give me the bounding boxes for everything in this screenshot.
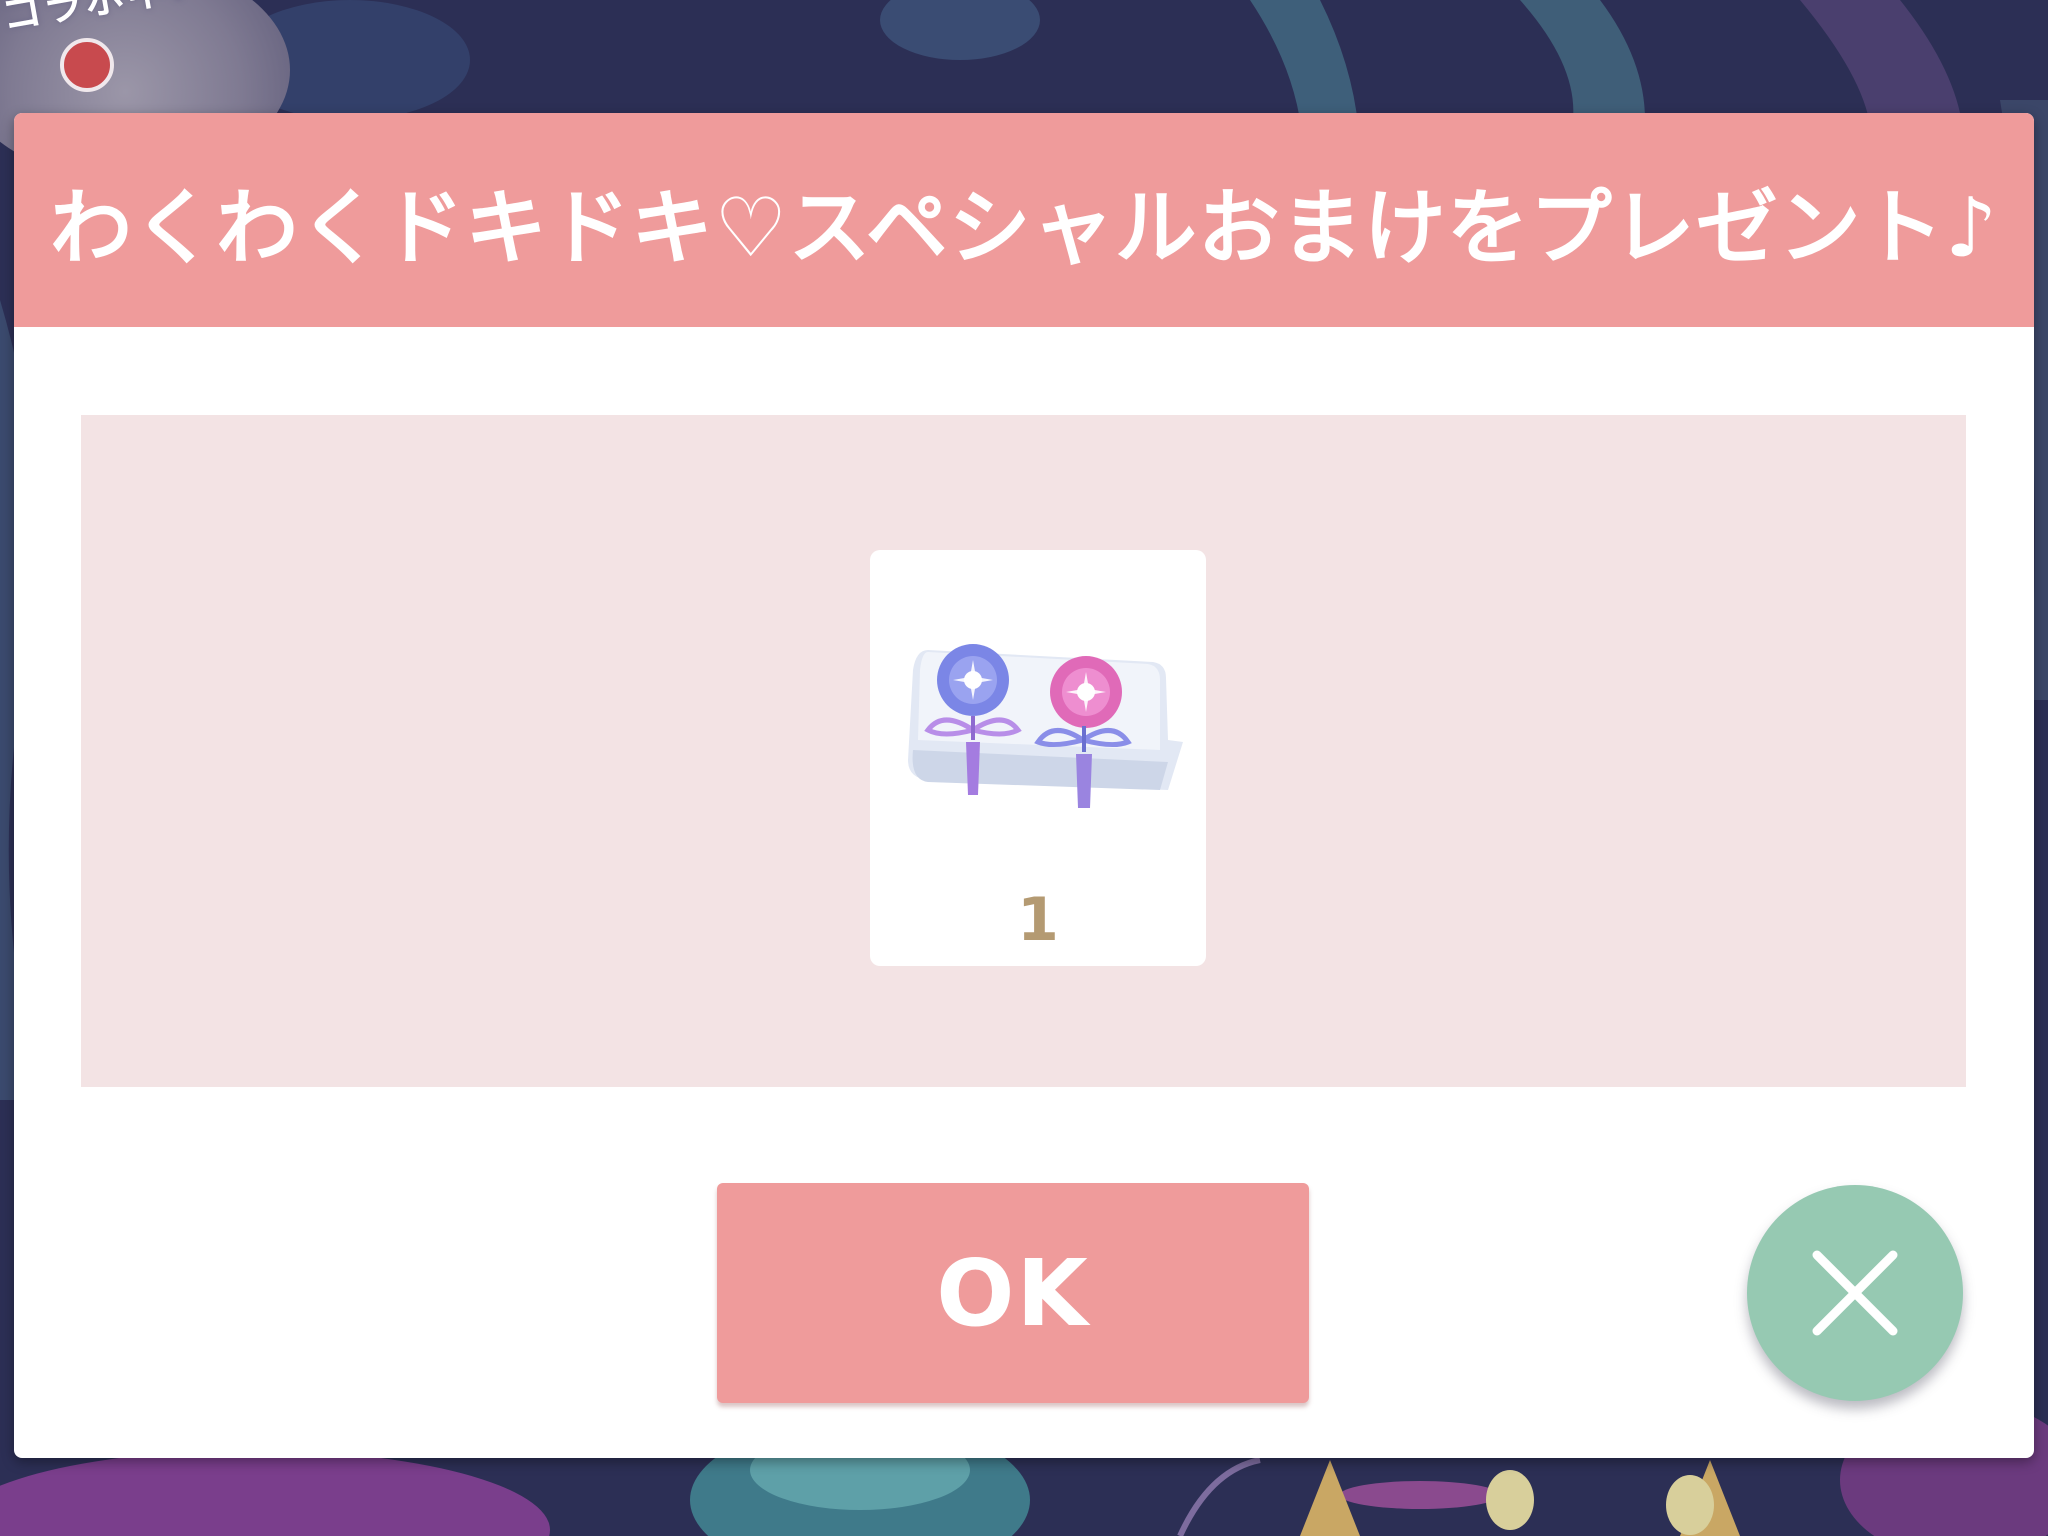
game-screen: コラボ中! わくわくドキドキ♡スペシャルおまけをプレゼント♪ 1 OK [0,0,2048,1536]
reward-panel: 1 [81,415,1966,1087]
ok-button[interactable]: OK [717,1183,1309,1403]
reward-item-card[interactable]: 1 [870,550,1206,966]
reward-quantity: 1 [1017,885,1059,955]
collab-badge-label: コラボ中! [0,0,192,40]
dialog-title: わくわくドキドキ♡スペシャルおまけをプレゼント♪ [49,180,1999,276]
close-button[interactable] [1747,1185,1963,1401]
ok-button-label: OK [936,1239,1090,1347]
close-icon [1812,1250,1898,1336]
reward-dialog: わくわくドキドキ♡スペシャルおまけをプレゼント♪ 1 OK [14,113,2034,1458]
collab-emblem-icon [60,38,114,92]
dialog-header: わくわくドキドキ♡スペシャルおまけをプレゼント♪ [14,113,2034,327]
morning-glory-hairpins-icon [908,644,1183,808]
